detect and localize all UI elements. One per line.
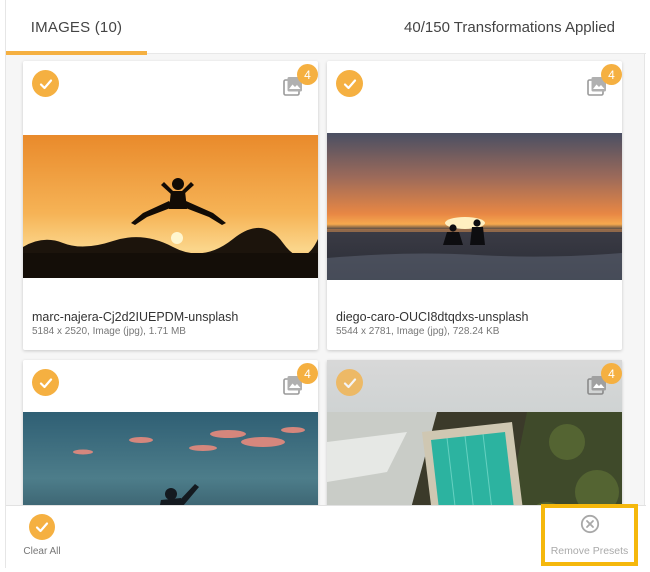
clear-all-button[interactable]: Clear All bbox=[20, 514, 64, 564]
tab-images[interactable]: IMAGES (10) bbox=[6, 0, 147, 55]
selected-check-icon[interactable] bbox=[336, 369, 363, 396]
image-thumbnail[interactable] bbox=[23, 412, 318, 505]
image-filename: marc-najera-Cj2d2IUEPDM-unsplash bbox=[32, 310, 239, 324]
selected-check-icon[interactable] bbox=[32, 70, 59, 97]
image-meta: 5184 x 2520, Image (jpg), 1.71 MB bbox=[32, 326, 186, 337]
image-card[interactable]: 4 bbox=[23, 360, 318, 505]
image-thumbnail[interactable] bbox=[23, 135, 318, 278]
image-card[interactable]: 4 bbox=[327, 61, 622, 350]
tab-images-label: IMAGES (10) bbox=[30, 18, 123, 36]
transformations-count: 40/150 Transformations Applied bbox=[404, 18, 615, 36]
clear-all-label: Clear All bbox=[23, 546, 61, 557]
preset-count-badge: 4 bbox=[601, 64, 622, 85]
image-panel: IMAGES (10) 40/150 Transformations Appli… bbox=[5, 0, 646, 568]
check-icon bbox=[29, 514, 55, 540]
image-card[interactable]: 4 bbox=[327, 360, 622, 505]
preset-count-badge: 4 bbox=[297, 363, 318, 384]
selected-check-icon[interactable] bbox=[336, 70, 363, 97]
preset-count-badge: 4 bbox=[297, 64, 318, 85]
image-card[interactable]: 4 bbox=[23, 61, 318, 350]
preset-count-badge: 4 bbox=[601, 363, 622, 384]
card-overlay bbox=[327, 360, 622, 412]
image-grid: 4 marc-najera-Cj2d2IUEPDM-unsplash 5184 … bbox=[6, 55, 646, 505]
image-thumbnail[interactable] bbox=[327, 133, 622, 280]
remove-presets-label: Remove Presets bbox=[550, 544, 629, 557]
selected-check-icon[interactable] bbox=[32, 369, 59, 396]
image-thumbnail[interactable] bbox=[327, 412, 622, 505]
footer-toolbar: Clear All Remove Presets bbox=[6, 504, 646, 568]
header: IMAGES (10) 40/150 Transformations Appli… bbox=[6, 0, 646, 55]
remove-presets-button[interactable]: Remove Presets bbox=[541, 504, 638, 566]
image-meta: 5544 x 2781, Image (jpg), 728.24 KB bbox=[336, 326, 500, 337]
image-filename: diego-caro-OUCI8dtqdxs-unsplash bbox=[336, 310, 529, 324]
close-circle-icon bbox=[580, 514, 600, 539]
